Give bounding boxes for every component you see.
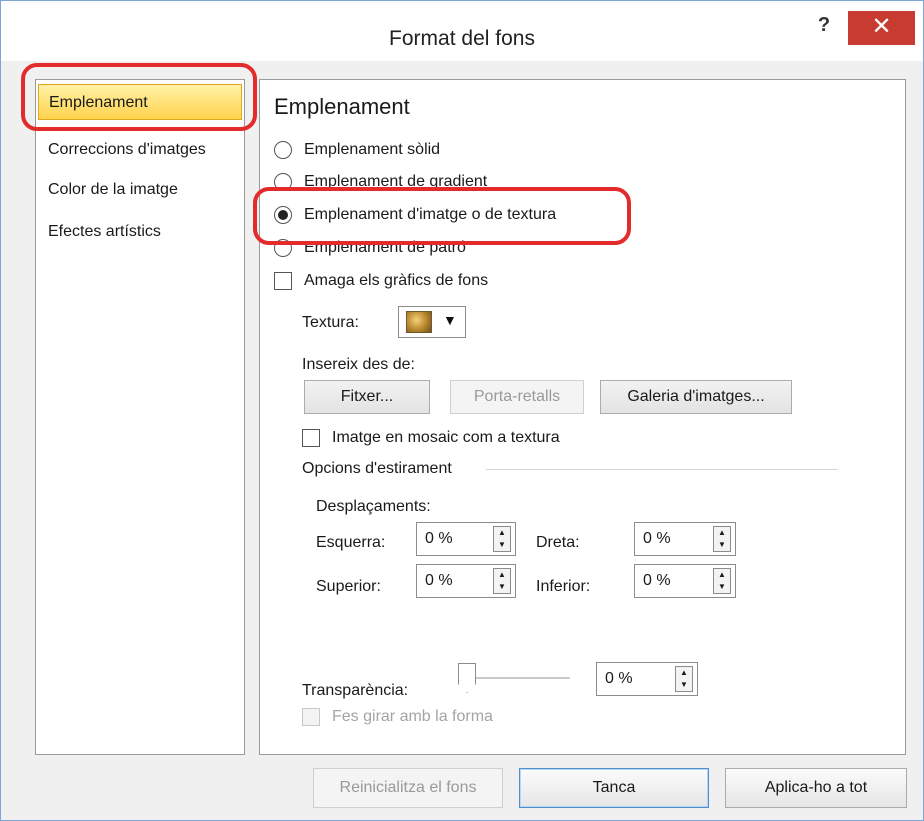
offset-top-label: Superior: [316, 578, 381, 595]
solid-fill-radio[interactable] [274, 141, 292, 159]
tile-picture-checkbox[interactable] [302, 429, 320, 447]
pattern-fill-radio[interactable] [274, 239, 292, 257]
sidebar-item-fill[interactable]: Emplenament [38, 84, 242, 120]
hide-background-graphics-checkbox[interactable] [274, 272, 292, 290]
radio-gradient-fill[interactable]: Emplenament de gradient [274, 168, 487, 196]
rotate-with-shape-label: Fes girar amb la forma [332, 708, 493, 725]
clipboard-button[interactable]: Porta-retalls [450, 380, 584, 414]
dialog-title: Format del fons [389, 27, 535, 50]
file-button[interactable]: Fitxer... [304, 380, 430, 414]
help-button[interactable]: ? [809, 15, 839, 41]
reset-background-button[interactable]: Reinicialitza el fons [313, 768, 503, 808]
offset-bottom-spinner[interactable]: 0 % ▲ ▼ [634, 564, 736, 598]
sidebar-item-artistic-effects[interactable]: Efectes artístics [38, 214, 242, 250]
dropdown-arrow-icon: ▼ [443, 312, 457, 328]
picture-texture-fill-label: Emplenament d'imatge o de textura [304, 206, 557, 223]
texture-label: Textura: [302, 314, 359, 331]
tile-picture-label: Imatge en mosaic com a textura [332, 429, 560, 446]
transparency-spinner[interactable]: 0 % ▲ ▼ [596, 662, 698, 696]
transparency-value[interactable]: 0 % [605, 670, 633, 687]
hide-background-graphics-option[interactable]: Amaga els gràfics de fons [274, 267, 488, 295]
offset-bottom-value[interactable]: 0 % [643, 572, 671, 589]
spinner-arrows-icon[interactable]: ▲ ▼ [675, 666, 693, 692]
offset-top-spinner[interactable]: 0 % ▲ ▼ [416, 564, 516, 598]
radio-solid-fill[interactable]: Emplenament sòlid [274, 136, 440, 164]
solid-fill-label: Emplenament sòlid [304, 141, 441, 158]
offset-bottom-label: Inferior: [536, 578, 591, 595]
transparency-slider-track[interactable] [460, 677, 570, 679]
panel-title: Emplenament [274, 94, 410, 119]
radio-picture-texture-fill[interactable]: Emplenament d'imatge o de textura [274, 201, 556, 229]
spinner-arrows-icon[interactable]: ▲ ▼ [713, 568, 731, 594]
stretch-options-label: Opcions d'estirament [302, 460, 452, 477]
offset-left-value[interactable]: 0 % [425, 530, 453, 547]
fill-settings-panel: Emplenament Emplenament sòlid Emplenamen… [259, 79, 906, 755]
section-divider [486, 469, 838, 470]
offset-right-label: Dreta: [536, 534, 580, 551]
spinner-arrows-icon[interactable]: ▲ ▼ [493, 526, 511, 552]
insert-from-label: Insereix des de: [302, 356, 415, 373]
radio-pattern-fill[interactable]: Emplenament de patró [274, 234, 466, 262]
format-background-dialog: Format del fons ? ✕ Emplenament Correcci… [0, 0, 924, 821]
sidebar-item-picture-corrections[interactable]: Correccions d'imatges [38, 132, 242, 168]
offset-left-label: Esquerra: [316, 534, 386, 551]
tile-picture-option[interactable]: Imatge en mosaic com a textura [302, 424, 560, 452]
close-dialog-button[interactable]: Tanca [519, 768, 709, 808]
apply-to-all-button[interactable]: Aplica-ho a tot [725, 768, 907, 808]
texture-swatch-icon [406, 311, 432, 333]
spinner-arrows-icon[interactable]: ▲ ▼ [493, 568, 511, 594]
offsets-label: Desplaçaments: [316, 498, 431, 515]
texture-picker-button[interactable]: ▼ [398, 306, 466, 338]
gradient-fill-radio[interactable] [274, 173, 292, 191]
spinner-arrows-icon[interactable]: ▲ ▼ [713, 526, 731, 552]
picture-texture-fill-radio[interactable] [274, 206, 292, 224]
sidebar-item-picture-color[interactable]: Color de la imatge [38, 172, 242, 208]
pattern-fill-label: Emplenament de patró [304, 239, 466, 256]
offset-right-value[interactable]: 0 % [643, 530, 671, 547]
gradient-fill-label: Emplenament de gradient [304, 173, 488, 190]
transparency-label: Transparència: [302, 682, 409, 699]
offset-left-spinner[interactable]: 0 % ▲ ▼ [416, 522, 516, 556]
sidebar: Emplenament Correccions d'imatges Color … [35, 79, 245, 755]
rotate-with-shape-option: Fes girar amb la forma [302, 703, 493, 731]
offset-right-spinner[interactable]: 0 % ▲ ▼ [634, 522, 736, 556]
transparency-slider-thumb[interactable] [458, 663, 476, 693]
hide-background-graphics-label: Amaga els gràfics de fons [304, 272, 489, 289]
title-bar: Format del fons ? ✕ [1, 1, 923, 61]
rotate-with-shape-checkbox [302, 708, 320, 726]
clip-art-button[interactable]: Galeria d'imatges... [600, 380, 792, 414]
close-button[interactable]: ✕ [848, 11, 915, 45]
offset-top-value[interactable]: 0 % [425, 572, 453, 589]
